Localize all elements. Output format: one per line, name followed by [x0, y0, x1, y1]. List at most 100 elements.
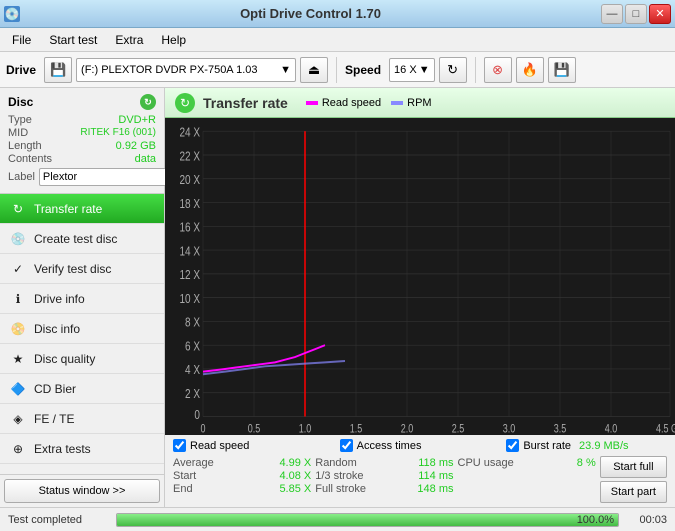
type-row: Type DVD+R — [8, 114, 156, 126]
chart-header: ↻ Transfer rate Read speed RPM — [165, 88, 675, 118]
menu-help[interactable]: Help — [153, 31, 194, 49]
access-times-checkbox[interactable] — [340, 439, 353, 452]
menu-extra[interactable]: Extra — [107, 31, 151, 49]
status-window-button[interactable]: Status window >> — [4, 479, 160, 503]
length-label: Length — [8, 140, 42, 152]
label-row: Label ✕ ⚙ — [8, 167, 156, 187]
sidebar-item-label-transfer-rate: Transfer rate — [34, 202, 102, 216]
title-bar: 💿 Opti Drive Control 1.70 — □ ✕ — [0, 0, 675, 28]
status-window-label: Status window >> — [39, 485, 126, 497]
sidebar-bottom: Status window >> — [0, 474, 164, 507]
close-button[interactable]: ✕ — [649, 4, 671, 24]
eject-button[interactable]: ⏏ — [300, 57, 328, 83]
svg-text:16 X: 16 X — [179, 220, 200, 235]
end-row: End 5.85 X — [173, 483, 311, 495]
sidebar: Disc ↻ Type DVD+R MID RITEK F16 (001) Le… — [0, 88, 165, 507]
mid-value: RITEK F16 (001) — [80, 127, 156, 139]
read-speed-checkbox-label: Read speed — [190, 440, 249, 452]
sidebar-item-disc-info[interactable]: 📀 Disc info — [0, 314, 164, 344]
sidebar-item-extra-tests[interactable]: ⊕ Extra tests — [0, 434, 164, 464]
transfer-rate-icon: ↻ — [10, 201, 26, 217]
disc-info-icon: 📀 — [10, 321, 26, 337]
random-label: Random — [315, 457, 357, 469]
checkbox-row: Read speed Access times Burst rate 23.9 … — [173, 439, 667, 452]
status-text: Test completed — [8, 514, 108, 526]
label-label: Label — [8, 171, 35, 183]
svg-text:12 X: 12 X — [179, 268, 200, 283]
save-button[interactable]: 💾 — [548, 57, 576, 83]
access-times-checkbox-label: Access times — [357, 440, 422, 452]
type-label: Type — [8, 114, 32, 126]
svg-text:8 X: 8 X — [185, 315, 200, 330]
progress-bar-inner — [117, 514, 618, 526]
contents-label: Contents — [8, 153, 52, 165]
sidebar-item-create-test-disc[interactable]: 💿 Create test disc — [0, 224, 164, 254]
maximize-button[interactable]: □ — [625, 4, 647, 24]
svg-text:0: 0 — [194, 408, 200, 423]
sidebar-item-cd-bier[interactable]: 🔷 CD Bier — [0, 374, 164, 404]
time-text: 00:03 — [627, 514, 667, 526]
menu-bar: File Start test Extra Help — [0, 28, 675, 52]
burst-rate-checkbox-group: Burst rate 23.9 MB/s — [506, 439, 667, 452]
legend-rpm-color — [391, 101, 403, 105]
erase-button[interactable]: ⊗ — [484, 57, 512, 83]
third-stroke-row: 1/3 stroke 114 ms — [315, 470, 453, 482]
svg-text:1.0: 1.0 — [299, 422, 312, 435]
title-bar-left: 💿 — [4, 6, 20, 22]
separator2 — [475, 57, 476, 83]
burst-rate-value: 23.9 MB/s — [579, 440, 629, 452]
start-part-button[interactable]: Start part — [600, 481, 667, 503]
sidebar-item-transfer-rate[interactable]: ↻ Transfer rate — [0, 194, 164, 224]
svg-text:4 X: 4 X — [185, 363, 200, 378]
speed-select[interactable]: 16 X ▼ — [389, 58, 435, 82]
menu-start-test[interactable]: Start test — [41, 31, 105, 49]
third-stroke-value: 114 ms — [418, 470, 453, 482]
separator — [336, 57, 337, 83]
start-row: Start 4.08 X — [173, 470, 311, 482]
start-value: 4.08 X — [279, 470, 311, 482]
refresh-button[interactable]: ↻ — [439, 57, 467, 83]
read-speed-checkbox[interactable] — [173, 439, 186, 452]
window-controls: — □ ✕ — [601, 4, 671, 24]
drive-icon-button[interactable]: 💾 — [44, 57, 72, 83]
verify-disc-icon: ✓ — [10, 261, 26, 277]
legend-rpm: RPM — [391, 97, 431, 109]
length-row: Length 0.92 GB — [8, 140, 156, 152]
burn-button[interactable]: 🔥 — [516, 57, 544, 83]
disc-header-label: Disc — [8, 95, 33, 109]
chart-legend: Read speed RPM — [306, 97, 432, 109]
sidebar-item-verify-test-disc[interactable]: ✓ Verify test disc — [0, 254, 164, 284]
minimize-button[interactable]: — — [601, 4, 623, 24]
sidebar-item-label-disc-quality: Disc quality — [34, 352, 95, 366]
full-stroke-row: Full stroke 148 ms — [315, 483, 453, 495]
third-stroke-label: 1/3 stroke — [315, 470, 363, 482]
average-value: 4.99 X — [279, 457, 311, 469]
action-buttons: Start full Start part — [600, 456, 667, 503]
chart-svg: 24 X 22 X 20 X 18 X 16 X 14 X 12 X 10 X … — [165, 118, 675, 435]
sidebar-item-fe-te[interactable]: ◈ FE / TE — [0, 404, 164, 434]
burst-rate-checkbox-label: Burst rate — [523, 440, 571, 452]
sidebar-menu: ↻ Transfer rate 💿 Create test disc ✓ Ver… — [0, 194, 164, 474]
svg-text:2.0: 2.0 — [401, 422, 414, 435]
sidebar-item-drive-info[interactable]: ℹ Drive info — [0, 284, 164, 314]
speed-value: 16 X — [394, 64, 417, 76]
contents-row: Contents data — [8, 153, 156, 165]
create-disc-icon: 💿 — [10, 231, 26, 247]
end-label: End — [173, 483, 193, 495]
full-stroke-value: 148 ms — [417, 483, 453, 495]
disc-refresh-icon[interactable]: ↻ — [140, 94, 156, 110]
speed-label: Speed — [345, 63, 381, 77]
disc-info-panel: Disc ↻ Type DVD+R MID RITEK F16 (001) Le… — [0, 88, 164, 194]
burst-rate-checkbox[interactable] — [506, 439, 519, 452]
menu-file[interactable]: File — [4, 31, 39, 49]
stats-row: Average 4.99 X Start 4.08 X End 5.85 X — [173, 456, 667, 503]
drive-select[interactable]: (F:) PLEXTOR DVDR PX-750A 1.03 ▼ — [76, 58, 296, 82]
start-full-button[interactable]: Start full — [600, 456, 667, 478]
legend-read-speed: Read speed — [306, 97, 381, 109]
progress-bar-area: Test completed 100.0% 00:03 — [0, 507, 675, 531]
chart-bottom: Read speed Access times Burst rate 23.9 … — [165, 435, 675, 507]
read-speed-checkbox-group: Read speed — [173, 439, 334, 452]
sidebar-item-disc-quality[interactable]: ★ Disc quality — [0, 344, 164, 374]
svg-text:14 X: 14 X — [179, 244, 200, 259]
toolbar: Drive 💾 (F:) PLEXTOR DVDR PX-750A 1.03 ▼… — [0, 52, 675, 88]
